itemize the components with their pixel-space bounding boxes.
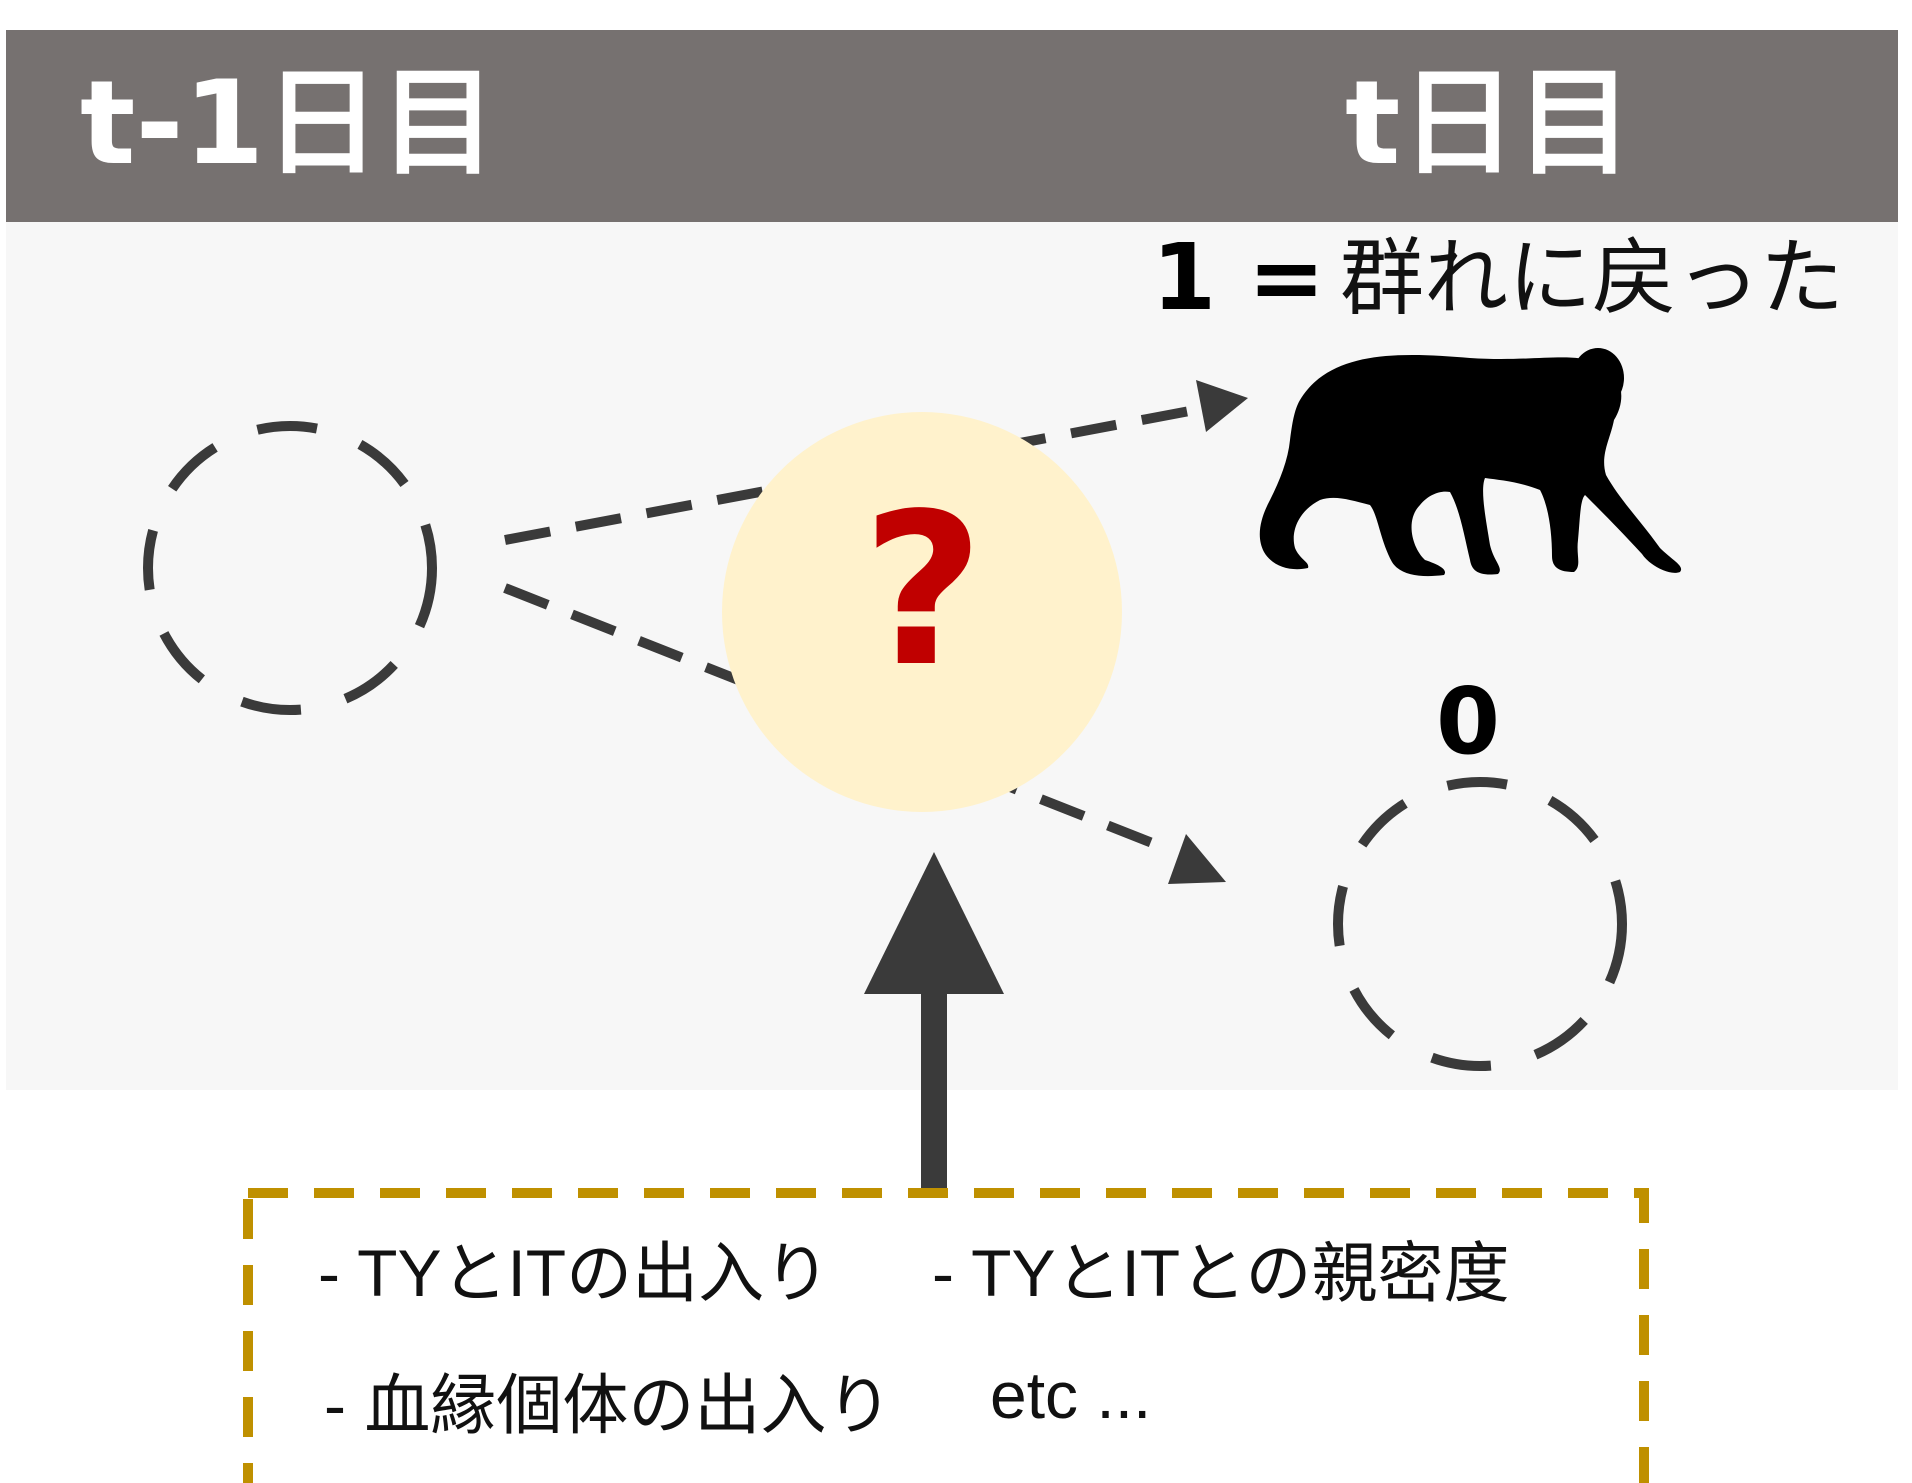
dashed-arrow-up-head: [1196, 380, 1248, 432]
returned-value-label: 1 =: [1152, 224, 1326, 331]
factor-arrow-shaft: [921, 990, 947, 1190]
dashed-arrow-down-head: [1168, 834, 1226, 884]
factor-item: - TYとITの出入り: [318, 1236, 831, 1310]
factor-item: etc ...: [990, 1358, 1152, 1432]
factor-arrow-head: [864, 852, 1004, 994]
monkey-silhouette-icon: [1259, 348, 1682, 577]
returned-label: 群れに戻った: [1340, 229, 1845, 327]
previous-day-dashed-circle: [143, 421, 437, 715]
absent-value-label: 0: [1436, 668, 1501, 775]
question-mark: ?: [862, 468, 984, 713]
absent-dashed-circle: [1333, 777, 1627, 1071]
factor-item: - 血縁個体の出入り: [324, 1368, 893, 1442]
factor-item: - TYとITとの親密度: [932, 1236, 1510, 1310]
